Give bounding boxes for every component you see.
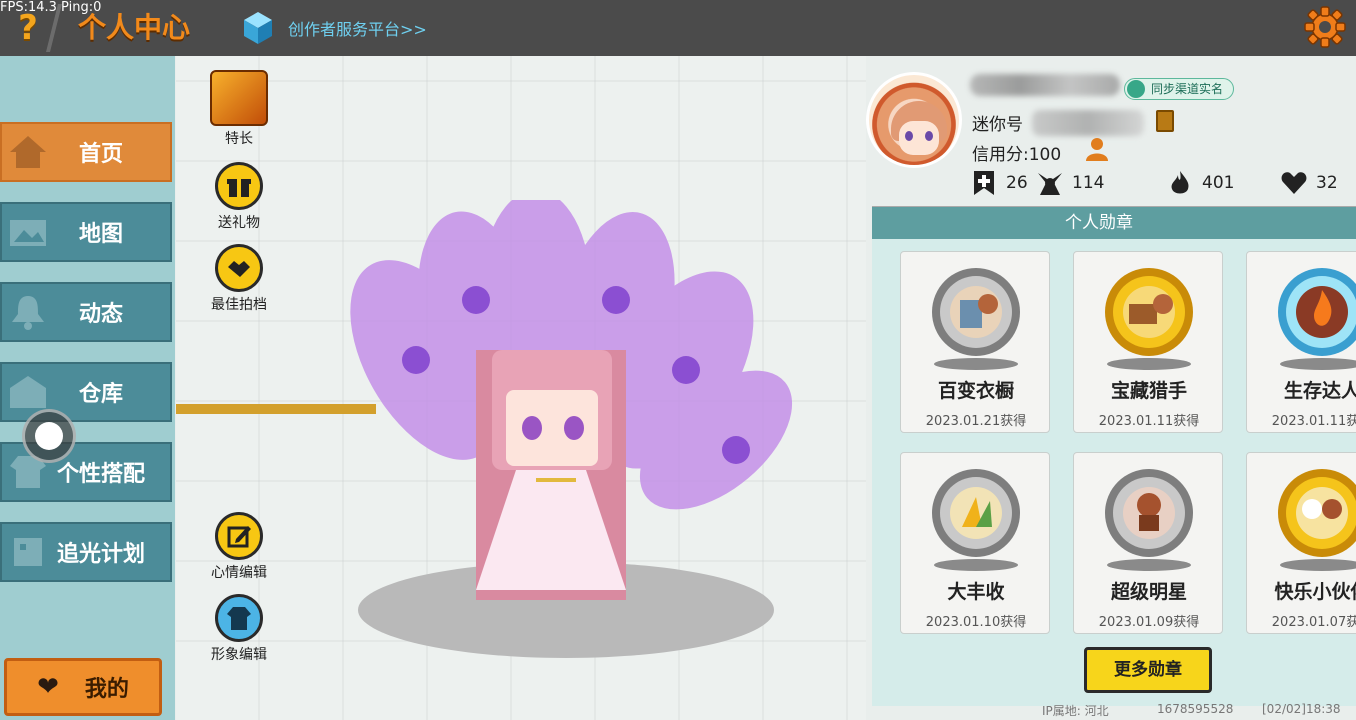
cube-icon[interactable]: [242, 10, 274, 46]
medal-name: 百变衣橱: [937, 380, 1014, 402]
credit-user-icon[interactable]: [1084, 136, 1110, 162]
sidebar-item-map[interactable]: 地图: [0, 202, 172, 262]
medal-wardrobe-icon: [932, 268, 1020, 370]
help-button[interactable]: ?: [10, 8, 46, 48]
medal-section-title: 个人勋章: [872, 207, 1356, 239]
sidebar-item-label: 追光计划: [56, 542, 145, 567]
sidebar-item-chase-light[interactable]: 追光计划: [0, 522, 172, 582]
player-avatar-3d[interactable]: [176, 200, 796, 680]
footer-timestamp: [02/02]18:38: [1262, 702, 1341, 716]
house-icon: [10, 136, 46, 168]
sidebar-item-feed[interactable]: 动态: [0, 282, 172, 342]
bookmark-plus-icon: [974, 171, 994, 195]
stat-likes[interactable]: 32: [1280, 168, 1338, 198]
medal-card[interactable]: 超级明星 2023.01.09获得: [1073, 452, 1223, 634]
sidebar-item-label: 首页: [78, 142, 123, 167]
medal-date: 2023.01.07获得: [1271, 615, 1356, 630]
sidebar-item-label: 个性搭配: [56, 462, 145, 487]
medal-card[interactable]: 宝藏猎手 2023.01.11获得: [1073, 251, 1223, 433]
fire-icon: [1171, 171, 1189, 194]
medal-date: 2023.01.10获得: [925, 615, 1027, 630]
medal-card[interactable]: 快乐小伙伴 2023.01.07获得: [1246, 452, 1356, 634]
sidebar: 首页 地图 动态 仓库 个性搭配 追光计划: [0, 56, 175, 720]
top-bar: FPS:14.3 Ping:0 ? 个人中心 创作者服务平台>>: [0, 0, 1356, 56]
hammer-icon: [210, 70, 268, 126]
heart-icon: ❤: [37, 672, 59, 702]
real-name-badge[interactable]: 同步渠道实名: [1124, 78, 1235, 100]
stat-value: 32: [1316, 173, 1338, 193]
stat-value: 114: [1072, 173, 1105, 193]
stat-value: 401: [1202, 173, 1235, 193]
stat-popularity[interactable]: 401: [1166, 168, 1234, 198]
footer-user-id: 1678595528: [1157, 702, 1234, 716]
medal-superstar-icon: [1105, 469, 1193, 571]
credit-score: 信用分:100: [972, 145, 1062, 165]
medal-panel: 个人勋章 百变衣橱 2023.01.21获得 宝藏猎手 2023.01.11获得: [872, 206, 1356, 706]
mini-id-label: 迷你号: [972, 115, 1023, 135]
stat-fans[interactable]: 114: [1036, 168, 1104, 198]
mine-button[interactable]: ❤ 我的: [4, 658, 162, 716]
medal-treasure-icon: [1105, 268, 1193, 370]
warehouse-icon: [10, 376, 46, 408]
medal-survivor-icon: [1278, 268, 1356, 370]
more-medals-button[interactable]: 更多勋章: [1084, 647, 1212, 693]
profile-panel: 同步渠道实名 迷你号 信用分:100 26 114 401 32 个人勋章 百变…: [866, 56, 1356, 720]
talent-button[interactable]: 特长: [204, 70, 274, 148]
medal-date: 2023.01.11获得: [1271, 414, 1356, 429]
medal-card[interactable]: 生存达人 2023.01.11获得: [1246, 251, 1356, 433]
medal-card[interactable]: 大丰收 2023.01.10获得: [900, 452, 1050, 634]
medal-date: 2023.01.21获得: [925, 414, 1027, 429]
mine-label: 我的: [84, 677, 129, 702]
medal-name: 大丰收: [947, 581, 1005, 603]
creator-platform-link[interactable]: 创作者服务平台>>: [288, 16, 427, 40]
redacted-mini-id: [1032, 110, 1144, 136]
cube-icon: [14, 538, 42, 566]
avatar-eye: [905, 131, 913, 141]
page-title: 个人中心: [78, 11, 191, 44]
virtual-joystick[interactable]: [22, 409, 76, 463]
map-icon: [10, 220, 46, 246]
gear-icon[interactable]: [1304, 6, 1346, 48]
medal-date: 2023.01.09获得: [1098, 615, 1200, 630]
bell-icon: [12, 296, 44, 330]
medal-name: 快乐小伙伴: [1274, 581, 1356, 603]
sidebar-item-label: 动态: [78, 302, 123, 327]
sidebar-item-label: 仓库: [78, 382, 123, 407]
sidebar-item-home[interactable]: 首页: [0, 122, 172, 182]
copy-icon[interactable]: [1156, 110, 1174, 132]
heart-icon: [1281, 172, 1307, 194]
medal-name: 生存达人: [1283, 380, 1356, 402]
ip-location: IP属地: 河北: [1042, 704, 1109, 718]
sidebar-item-label: 地图: [78, 222, 123, 247]
avatar-eye: [925, 131, 933, 141]
redacted-nickname: [970, 74, 1120, 96]
medal-card[interactable]: 百变衣橱 2023.01.21获得: [900, 251, 1050, 433]
medal-harvest-icon: [932, 469, 1020, 571]
stat-value: 26: [1006, 173, 1028, 193]
stat-bookmarks[interactable]: 26: [970, 168, 1028, 198]
stats-row: 26 114 401 32: [970, 168, 1356, 198]
medal-name: 宝藏猎手: [1110, 380, 1187, 402]
sidebar-item-warehouse[interactable]: 仓库: [0, 362, 172, 422]
medal-date: 2023.01.11获得: [1098, 414, 1200, 429]
avatar[interactable]: [866, 72, 962, 168]
medal-name: 超级明星: [1110, 581, 1187, 603]
fans-icon: [1038, 173, 1062, 195]
action-label: 特长: [225, 131, 253, 147]
medal-buddy-icon: [1278, 469, 1356, 571]
